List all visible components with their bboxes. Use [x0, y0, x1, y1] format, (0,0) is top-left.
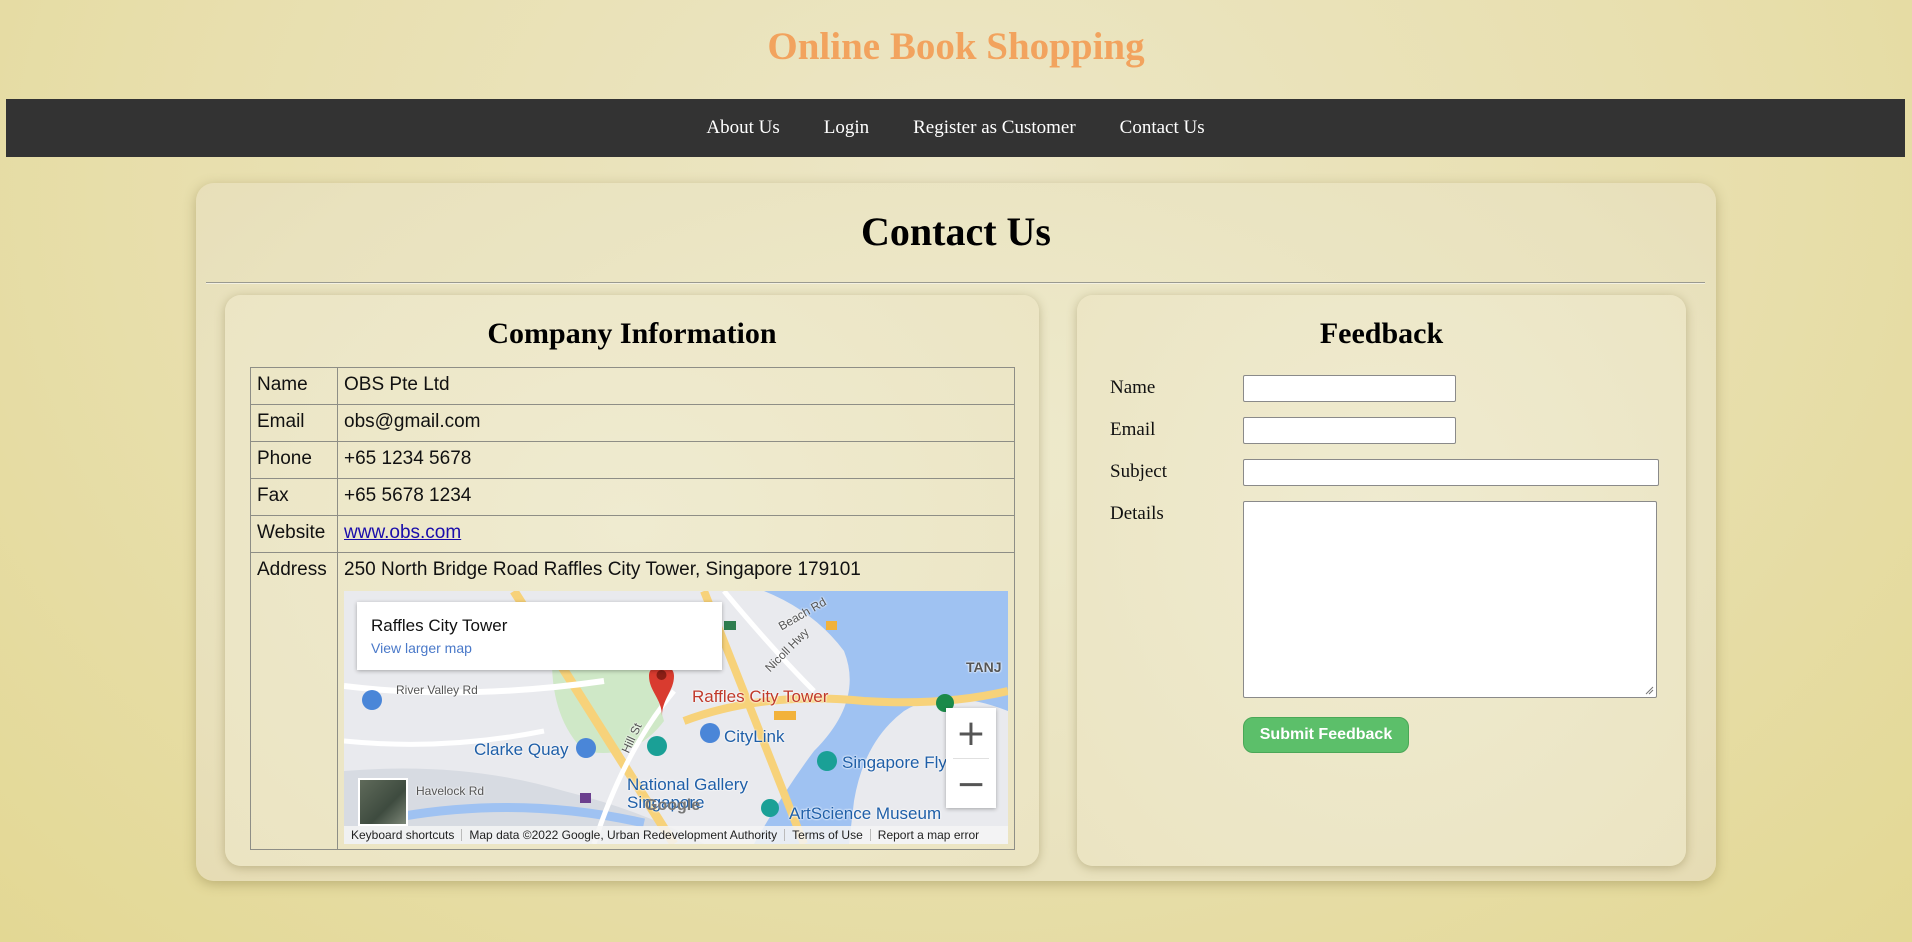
map-label-singapore-flyer: Singapore Fly: [842, 753, 947, 772]
google-logo: Google: [645, 797, 701, 814]
company-address-cell: 250 North Bridge Road Raffles City Tower…: [337, 552, 1015, 850]
row-label-address: Address: [250, 552, 338, 850]
report-map-error-link[interactable]: Report a map error: [871, 828, 986, 842]
map-label-national-gallery: National Gallery: [627, 775, 748, 794]
nav-contact-us[interactable]: Contact Us: [1098, 117, 1227, 139]
table-row: Phone +65 1234 5678: [250, 441, 1015, 479]
table-row: Name OBS Pte Ltd: [250, 367, 1015, 405]
map-label-havelock: Havelock Rd: [416, 784, 485, 798]
map-label-pin: Raffles City Tower: [692, 687, 829, 706]
row-label-fax: Fax: [250, 478, 338, 516]
map-label-river-valley: River Valley Rd: [396, 683, 478, 697]
company-phone-value: +65 1234 5678: [337, 441, 1015, 479]
map-place-card: Raffles City Tower View larger map: [357, 602, 722, 670]
feedback-email-input[interactable]: [1243, 417, 1456, 444]
map-data-attribution: Map data ©2022 Google, Urban Redevelopme…: [469, 828, 778, 842]
map-label-clarke-quay: Clarke Quay: [474, 740, 569, 759]
map-footer: Keyboard shortcuts Map data ©2022 Google…: [344, 826, 1008, 844]
table-row: Fax +65 5678 1234: [250, 478, 1015, 516]
company-email-value: obs@gmail.com: [337, 404, 1015, 442]
keyboard-shortcuts-link[interactable]: Keyboard shortcuts: [344, 828, 461, 842]
feedback-title: Feedback: [1319, 317, 1444, 350]
company-info-table: Name OBS Pte Ltd Email obs@gmail.com Pho…: [250, 367, 1015, 850]
feedback-name-label: Name: [1110, 377, 1156, 398]
feedback-details-textarea[interactable]: [1243, 501, 1657, 698]
nav-about-us[interactable]: About Us: [684, 117, 801, 139]
row-label-phone: Phone: [250, 441, 338, 479]
map-label-artscience: ArtScience Museum: [789, 804, 942, 823]
embedded-map[interactable]: Raffles City Tower Clarke Quay CityLink …: [344, 591, 1008, 844]
feedback-subject-label: Subject: [1110, 461, 1167, 482]
feedback-email-label: Email: [1110, 419, 1156, 440]
feedback-panel: Feedback Name Email Subject Details Subm…: [1077, 295, 1686, 866]
company-info-title: Company Information: [487, 317, 777, 350]
company-name-value: OBS Pte Ltd: [337, 367, 1015, 405]
zoom-out-button[interactable]: −: [946, 759, 996, 809]
satellite-toggle[interactable]: [358, 778, 408, 826]
map-place-name: Raffles City Tower: [371, 616, 508, 635]
table-row: Website www.obs.com: [250, 515, 1015, 553]
page-title: Contact Us: [861, 209, 1051, 254]
nav-register[interactable]: Register as Customer: [891, 117, 1098, 139]
website-link[interactable]: www.obs.com: [344, 522, 461, 543]
map-zoom-control: + −: [946, 708, 996, 808]
view-larger-map-link[interactable]: View larger map: [371, 640, 708, 656]
company-website-cell: www.obs.com: [337, 515, 1015, 553]
company-address-value: 250 North Bridge Road Raffles City Tower…: [344, 559, 861, 580]
company-fax-value: +65 5678 1234: [337, 478, 1015, 516]
row-label-name: Name: [250, 367, 338, 405]
table-row: Address 250 North Bridge Road Raffles Ci…: [250, 552, 1015, 850]
row-label-email: Email: [250, 404, 338, 442]
table-row: Email obs@gmail.com: [250, 404, 1015, 442]
resize-grip-icon[interactable]: [1644, 685, 1654, 695]
submit-feedback-button[interactable]: Submit Feedback: [1243, 717, 1409, 753]
nav-login[interactable]: Login: [802, 117, 891, 139]
feedback-subject-input[interactable]: [1243, 459, 1659, 486]
main-navbar: About Us Login Register as Customer Cont…: [6, 99, 1905, 157]
map-label-citylink: CityLink: [724, 727, 785, 746]
map-label-tanj: TANJ: [966, 659, 1002, 675]
feedback-details-label: Details: [1110, 503, 1164, 524]
contact-card: Contact Us Company Information Name OBS …: [196, 183, 1716, 881]
zoom-in-button[interactable]: +: [946, 708, 996, 758]
row-label-website: Website: [250, 515, 338, 553]
heading-divider: [206, 282, 1705, 284]
terms-of-use-link[interactable]: Terms of Use: [785, 828, 870, 842]
company-info-panel: Company Information Name OBS Pte Ltd Ema…: [225, 295, 1039, 866]
site-title: Online Book Shopping: [767, 25, 1145, 68]
feedback-name-input[interactable]: [1243, 375, 1456, 402]
